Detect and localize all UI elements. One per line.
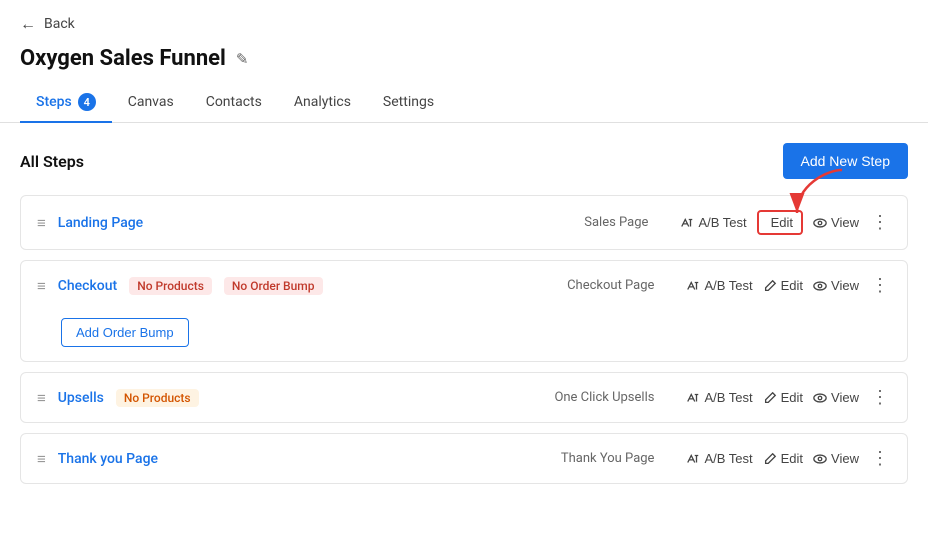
step-name-checkout[interactable]: Checkout — [58, 278, 117, 294]
view-icon-upsells — [813, 391, 827, 405]
top-bar: ← Back — [0, 0, 928, 42]
checkout-top-row: ≡ Checkout No Products No Order Bump Che… — [21, 261, 907, 310]
edit-icon-thank-you — [763, 452, 777, 466]
ab-test-icon — [680, 216, 694, 230]
step-type-thank-you: Thank You Page — [561, 451, 655, 466]
tab-steps[interactable]: Steps 4 — [20, 83, 112, 123]
step-actions-thank-you: A/B Test Edit View ⋮ — [686, 448, 891, 469]
more-button-checkout[interactable]: ⋮ — [869, 275, 891, 296]
badge-no-products-upsells: No Products — [116, 389, 199, 407]
step-type-landing-page: Sales Page — [584, 215, 648, 230]
step-name-thank-you[interactable]: Thank you Page — [58, 451, 158, 467]
step-actions-upsells: A/B Test Edit View ⋮ — [686, 387, 891, 408]
add-order-bump-button[interactable]: Add Order Bump — [61, 318, 189, 347]
ab-test-button-checkout[interactable]: A/B Test — [686, 278, 752, 293]
edit-button-checkout[interactable]: Edit — [763, 278, 803, 293]
ab-test-icon-thank-you — [686, 452, 700, 466]
all-steps-label: All Steps — [20, 152, 84, 171]
view-button-thank-you[interactable]: View — [813, 451, 859, 466]
page-title-row: Oxygen Sales Funnel ✎ — [0, 42, 928, 83]
tab-settings[interactable]: Settings — [367, 84, 450, 122]
ab-test-icon-checkout — [686, 279, 700, 293]
tab-settings-label: Settings — [383, 94, 434, 110]
tab-contacts[interactable]: Contacts — [190, 84, 278, 122]
tab-contacts-label: Contacts — [206, 94, 262, 110]
drag-icon-thank-you: ≡ — [37, 450, 46, 468]
view-button-landing-page[interactable]: View — [813, 215, 859, 230]
more-button-upsells[interactable]: ⋮ — [869, 387, 891, 408]
ab-test-button-landing-page[interactable]: A/B Test — [680, 215, 746, 230]
add-new-step-button[interactable]: Add New Step — [783, 143, 909, 179]
step-type-upsells: One Click Upsells — [554, 390, 654, 405]
tab-canvas[interactable]: Canvas — [112, 84, 190, 122]
ab-test-button-upsells[interactable]: A/B Test — [686, 390, 752, 405]
add-order-bump-row: Add Order Bump — [21, 310, 907, 361]
step-row-thank-you-page: ≡ Thank you Page Thank You Page A/B Test… — [20, 433, 908, 484]
view-icon-landing-page — [813, 216, 827, 230]
edit-icon-checkout — [763, 279, 777, 293]
drag-icon-landing-page: ≡ — [37, 214, 46, 232]
ab-test-button-thank-you[interactable]: A/B Test — [686, 451, 752, 466]
edit-button-landing-page[interactable]: Edit — [757, 210, 803, 235]
tab-canvas-label: Canvas — [128, 94, 174, 110]
edit-button-upsells[interactable]: Edit — [763, 390, 803, 405]
step-type-checkout: Checkout Page — [567, 278, 654, 293]
ab-test-icon-upsells — [686, 391, 700, 405]
step-actions-landing-page: A/B Test Edit V — [680, 210, 891, 235]
content-area: All Steps Add New Step ≡ Landing Page Sa… — [0, 123, 928, 514]
edit-title-icon[interactable]: ✎ — [236, 50, 249, 68]
more-button-thank-you[interactable]: ⋮ — [869, 448, 891, 469]
step-row-checkout: ≡ Checkout No Products No Order Bump Che… — [20, 260, 908, 362]
view-icon-checkout — [813, 279, 827, 293]
view-button-upsells[interactable]: View — [813, 390, 859, 405]
step-row-upsells: ≡ Upsells No Products One Click Upsells … — [20, 372, 908, 423]
step-name-upsells[interactable]: Upsells — [58, 390, 104, 406]
drag-icon-upsells: ≡ — [37, 389, 46, 407]
badge-no-products-checkout: No Products — [129, 277, 212, 295]
step-row-landing-page: ≡ Landing Page Sales Page A/B Test Edit — [20, 195, 908, 250]
tab-analytics[interactable]: Analytics — [278, 84, 367, 122]
tab-analytics-label: Analytics — [294, 94, 351, 110]
edit-button-thank-you[interactable]: Edit — [763, 451, 803, 466]
section-header: All Steps Add New Step — [20, 143, 908, 179]
back-link[interactable]: Back — [44, 16, 75, 32]
edit-icon-upsells — [763, 391, 777, 405]
tab-steps-label: Steps — [36, 94, 72, 110]
view-icon-thank-you — [813, 452, 827, 466]
tabs-row: Steps 4 Canvas Contacts Analytics Settin… — [0, 83, 928, 123]
back-arrow-icon[interactable]: ← — [20, 14, 36, 34]
more-button-landing-page[interactable]: ⋮ — [869, 212, 891, 233]
step-actions-checkout: A/B Test Edit View ⋮ — [686, 275, 891, 296]
step-name-landing-page[interactable]: Landing Page — [58, 215, 143, 231]
view-button-checkout[interactable]: View — [813, 278, 859, 293]
page-title: Oxygen Sales Funnel — [20, 46, 226, 71]
badge-no-order-bump-checkout: No Order Bump — [224, 277, 323, 295]
tab-steps-badge: 4 — [78, 93, 96, 111]
drag-icon-checkout: ≡ — [37, 277, 46, 295]
